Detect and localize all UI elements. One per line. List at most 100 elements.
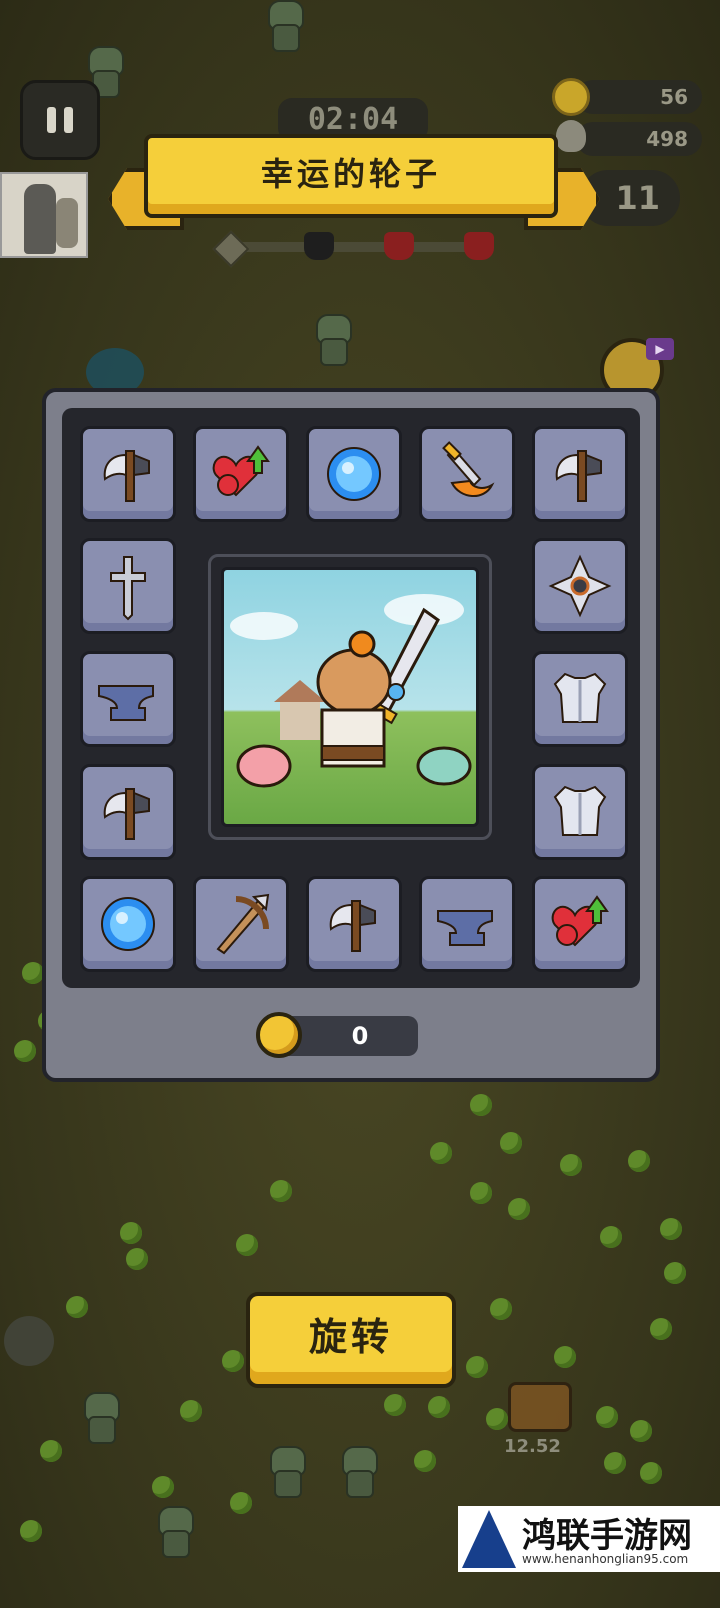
coin-icon [256, 1012, 302, 1058]
wheel-grid [62, 408, 640, 988]
armor-icon [553, 672, 607, 723]
slot-anvil [80, 651, 176, 747]
bush [66, 1296, 88, 1318]
bush [650, 1318, 672, 1340]
bush [180, 1400, 202, 1422]
kill-counter: 498 [576, 122, 702, 156]
anvil-icon [98, 685, 154, 721]
slot-shuriken [532, 538, 628, 634]
bush [554, 1346, 576, 1368]
bush [384, 1394, 406, 1416]
axe-icon [329, 900, 376, 952]
skull-marker-icon [304, 232, 334, 260]
slot-heart-upgrade [532, 876, 628, 972]
bush [490, 1298, 512, 1320]
slot-energy-orb [80, 876, 176, 972]
bush [596, 1406, 618, 1428]
anvil-icon [437, 910, 493, 946]
bush [628, 1150, 650, 1172]
bush [22, 962, 44, 984]
bush [604, 1452, 626, 1474]
shuriken-icon [4, 1316, 54, 1366]
slot-armor [532, 651, 628, 747]
demon-marker-icon [384, 232, 414, 260]
slot-anvil [419, 876, 515, 972]
title-banner: 幸运的轮子 [144, 134, 558, 218]
bush [428, 1396, 450, 1418]
bush [470, 1094, 492, 1116]
pause-button[interactable] [20, 80, 100, 160]
hero-portrait-frame [208, 554, 492, 840]
bush [500, 1132, 522, 1154]
holy-cross-icon [110, 556, 146, 621]
flaming-dagger-icon [442, 441, 495, 497]
slot-axe [80, 764, 176, 860]
bush [414, 1450, 436, 1472]
watermark-logo-icon [462, 1510, 516, 1568]
bush [560, 1154, 582, 1176]
slot-axe [306, 876, 402, 972]
player-avatar [0, 172, 88, 258]
pause-icon [43, 107, 77, 133]
bush [270, 1180, 292, 1202]
banner-title: 幸运的轮子 [260, 155, 441, 193]
bush [600, 1226, 622, 1248]
chest-timer: 12.52 [504, 1436, 561, 1457]
slot-axe [532, 426, 628, 522]
bush [470, 1182, 492, 1204]
bush [230, 1492, 252, 1514]
slot-heart-upgrade [193, 426, 289, 522]
bush [20, 1520, 42, 1542]
slot-holy-cross [80, 538, 176, 634]
bush [640, 1462, 662, 1484]
heart-upgrade-icon [551, 895, 609, 947]
video-ad-icon: ▶ [646, 338, 674, 360]
capybara-hero-illustration [230, 594, 472, 788]
slot-flaming-dagger [419, 426, 515, 522]
enemy-goblin [338, 1446, 378, 1498]
watermark: 鸿联手游网 www.henanhonglian95.com [458, 1506, 720, 1572]
hero-portrait-image [221, 567, 479, 827]
bush [222, 1350, 244, 1372]
bush [486, 1408, 508, 1430]
bush [630, 1420, 652, 1442]
kill-count: 498 [646, 127, 688, 151]
slot-crossbow [193, 876, 289, 972]
enemy-goblin [266, 1446, 306, 1498]
treasure-chest-icon [508, 1382, 572, 1432]
slot-axe [80, 426, 176, 522]
energy-orb-icon [327, 447, 381, 501]
spin-button[interactable]: 旋转 [246, 1292, 456, 1388]
demon-marker-icon [464, 232, 494, 260]
lucky-wheel-panel: 0 [42, 388, 660, 1082]
enemy-goblin [264, 0, 304, 52]
skull-icon [556, 120, 586, 152]
slot-armor [532, 764, 628, 860]
bush [466, 1356, 488, 1378]
armor-icon [553, 785, 607, 836]
bush [40, 1440, 62, 1462]
bush [430, 1142, 452, 1164]
axe-icon [555, 450, 602, 502]
watermark-title: 鸿联手游网 [522, 1516, 692, 1556]
energy-orb-icon [101, 897, 155, 951]
slot-energy-orb [306, 426, 402, 522]
level-number: 11 [615, 179, 660, 217]
bush [508, 1198, 530, 1220]
axe-icon [103, 788, 150, 840]
spin-cost-display: 0 [256, 1012, 418, 1058]
bush [120, 1222, 142, 1244]
spin-cost-value: 0 [351, 1022, 369, 1050]
bush [152, 1476, 174, 1498]
enemy-goblin [154, 1506, 194, 1558]
coin-icon [552, 78, 590, 116]
coin-counter: 56 [576, 80, 702, 114]
heart-upgrade-icon [212, 445, 270, 497]
bush [664, 1262, 686, 1284]
bush [660, 1218, 682, 1240]
watermark-url: www.henanhonglian95.com [522, 1552, 689, 1566]
enemy-goblin [312, 314, 352, 366]
bush [14, 1040, 36, 1062]
wave-progress-bar [232, 242, 492, 252]
shuriken-icon [548, 554, 612, 618]
